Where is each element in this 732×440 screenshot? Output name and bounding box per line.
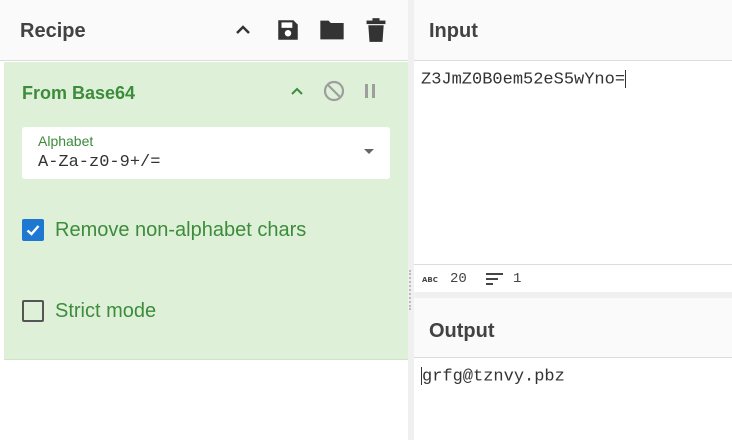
remove-non-alphabet-label: Remove non-alphabet chars [55,218,307,241]
checkbox-checked-icon [22,219,44,241]
collapse-recipe-button[interactable] [229,16,257,44]
folder-icon [320,20,344,40]
save-recipe-button[interactable] [274,16,302,44]
lines-icon [486,273,503,285]
recipe-header: Recipe [0,0,408,61]
drag-handle-icon [409,270,413,310]
output-textarea[interactable]: grfg@tznvy.pbz [421,367,565,386]
output-pane: Output grfg@tznvy.pbz [414,298,732,440]
alphabet-label: Alphabet [38,133,94,149]
chevron-up-icon [291,87,303,95]
svg-text:ABC: ABC [422,276,438,284]
breakpoint-button[interactable] [358,79,382,103]
recipe-pane: Recipe From Base64 Alphabet A-Za-z0-9+/= [0,0,409,440]
input-header: Input [414,0,732,61]
input-text: Z3JmZ0B0em52eS5wYno= [421,70,626,90]
input-textarea[interactable]: Z3JmZ0B0em52eS5wYno= [421,70,627,90]
strict-mode-checkbox[interactable]: Strict mode [22,296,156,326]
characters-icon: ABC [422,276,438,284]
text-caret [625,70,627,88]
operation-from-base64: From Base64 Alphabet A-Za-z0-9+/= Remove… [4,62,408,360]
clear-recipe-button[interactable] [362,16,390,44]
load-recipe-button[interactable] [318,16,346,44]
char-count: 20 [450,271,467,287]
line-count: 1 [513,271,522,287]
input-pane: Input Z3JmZ0B0em52eS5wYno= [414,0,732,292]
recipe-title: Recipe [20,20,86,42]
disable-icon [323,80,345,102]
trash-icon [366,18,386,42]
alphabet-select[interactable]: Alphabet A-Za-z0-9+/= [22,127,390,179]
strict-mode-label: Strict mode [55,299,157,322]
output-header: Output [414,298,732,358]
disable-operation-button[interactable] [322,79,346,103]
input-status-bar: ABC 20 1 [414,264,732,292]
output-title: Output [429,320,495,342]
operation-title: From Base64 [22,83,136,103]
output-text: grfg@tznvy.pbz [422,367,565,387]
save-icon [278,20,298,40]
remove-non-alphabet-checkbox[interactable]: Remove non-alphabet chars [22,215,306,245]
checkbox-unchecked-icon [22,300,44,322]
dropdown-caret-icon [364,149,374,154]
pause-icon [365,84,375,98]
collapse-operation-button[interactable] [285,79,309,103]
input-title: Input [429,20,478,42]
chevron-up-icon [236,25,250,34]
alphabet-value: A-Za-z0-9+/= [38,153,161,172]
